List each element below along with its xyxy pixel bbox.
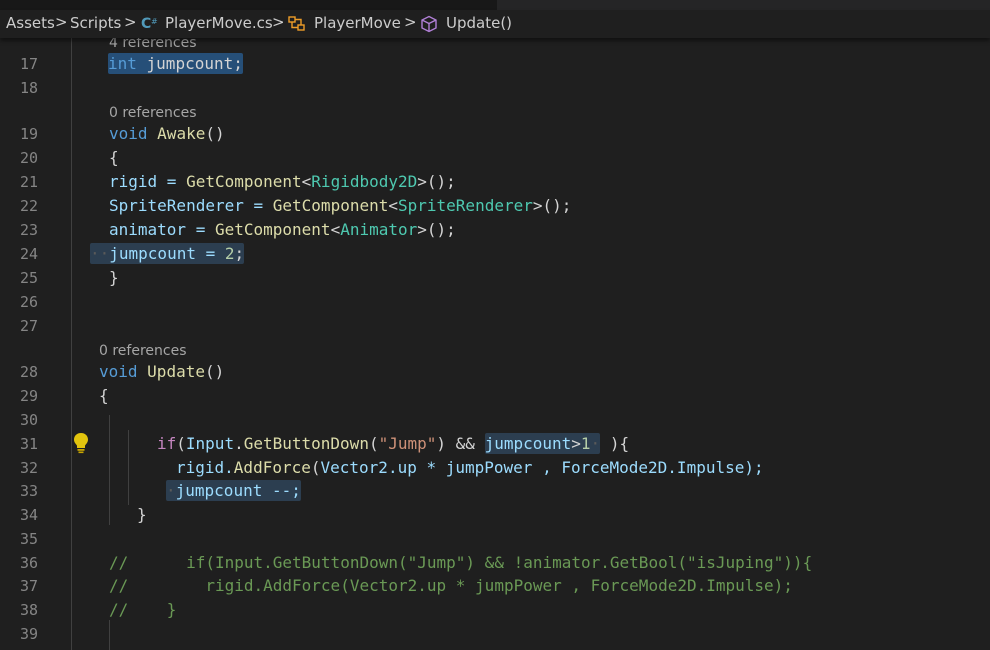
line-number: 35 bbox=[19, 530, 38, 548]
breadcrumb-scripts[interactable]: Scripts bbox=[70, 14, 121, 32]
code-line-32[interactable]: rigid.AddForce(Vector2.up * jumpPower , … bbox=[176, 456, 764, 480]
line-number: 39 bbox=[19, 625, 38, 643]
code-line-31[interactable]: if(Input.GetButtonDown("Jump") && jumpco… bbox=[157, 432, 629, 456]
breadcrumb-separator: > bbox=[55, 13, 68, 31]
line-number: 25 bbox=[19, 269, 38, 287]
breadcrumb-assets[interactable]: Assets bbox=[6, 14, 55, 32]
code-line-36[interactable]: // if(Input.GetButtonDown("Jump") && !an… bbox=[109, 551, 812, 575]
code-line-38[interactable]: // } bbox=[109, 598, 176, 622]
code-line-22[interactable]: SpriteRenderer = GetComponent<SpriteRend… bbox=[109, 194, 571, 218]
class-icon bbox=[288, 16, 306, 36]
code-line-25[interactable]: } bbox=[109, 266, 119, 290]
indent-guide bbox=[71, 38, 72, 650]
line-number: 34 bbox=[19, 506, 38, 524]
breadcrumb-separator: > bbox=[272, 13, 285, 31]
breadcrumb-method[interactable]: Update() bbox=[446, 14, 512, 32]
line-number: 28 bbox=[19, 363, 38, 381]
line-number: 36 bbox=[19, 554, 38, 572]
svg-text:#: # bbox=[151, 17, 158, 26]
line-number: 27 bbox=[19, 317, 38, 335]
code-line-29[interactable]: { bbox=[99, 384, 109, 408]
svg-text:C: C bbox=[141, 16, 151, 31]
code-line-19[interactable]: void Awake() bbox=[109, 122, 225, 146]
indent-guide bbox=[109, 620, 110, 650]
code-line-21[interactable]: rigid = GetComponent<Rigidbody2D>(); bbox=[109, 170, 456, 194]
breadcrumb-file[interactable]: PlayerMove.cs bbox=[165, 14, 273, 32]
indent-guide bbox=[128, 430, 129, 505]
line-number: 21 bbox=[19, 173, 38, 191]
code-lens-references[interactable]: 0 references bbox=[109, 103, 197, 123]
line-number: 22 bbox=[19, 197, 38, 215]
line-number: 32 bbox=[19, 459, 38, 477]
breadcrumb: Assets > Scripts > C # PlayerMove.cs > Pl… bbox=[0, 10, 990, 38]
csharp-file-icon: C # bbox=[141, 15, 161, 35]
line-number: 19 bbox=[19, 125, 38, 143]
code-lens-references[interactable]: 0 references bbox=[99, 341, 187, 361]
line-number: 33 bbox=[19, 482, 38, 500]
code-line-34[interactable]: } bbox=[137, 503, 147, 527]
line-number: 18 bbox=[19, 79, 38, 97]
line-number: 24 bbox=[19, 245, 38, 263]
line-number: 17 bbox=[19, 55, 38, 73]
line-number: 30 bbox=[19, 411, 38, 429]
line-number: 20 bbox=[19, 149, 38, 167]
breadcrumb-class[interactable]: PlayerMove bbox=[314, 14, 401, 32]
code-line-24[interactable]: ··jumpcount = 2; bbox=[90, 242, 245, 266]
code-line-37[interactable]: // rigid.AddForce(Vector2.up * jumpPower… bbox=[109, 574, 793, 598]
code-line-20[interactable]: { bbox=[109, 146, 119, 170]
breadcrumb-separator: > bbox=[124, 13, 137, 31]
code-line-23[interactable]: animator = GetComponent<Animator>(); bbox=[109, 218, 456, 242]
code-line-17[interactable]: int jumpcount; bbox=[108, 52, 243, 76]
line-number: 38 bbox=[19, 601, 38, 619]
line-number: 29 bbox=[19, 387, 38, 405]
breadcrumb-separator: > bbox=[404, 13, 417, 31]
line-number: 31 bbox=[19, 435, 38, 453]
lightbulb-icon[interactable] bbox=[73, 432, 89, 454]
tab-strip-empty bbox=[497, 0, 990, 10]
code-line-28[interactable]: void Update() bbox=[99, 360, 224, 384]
line-number: 23 bbox=[19, 221, 38, 239]
line-number: 37 bbox=[19, 577, 38, 595]
line-number: 26 bbox=[19, 293, 38, 311]
code-line-33[interactable]: ·jumpcount --; bbox=[166, 479, 301, 503]
method-cube-icon bbox=[420, 15, 438, 37]
indent-guide bbox=[109, 415, 110, 525]
